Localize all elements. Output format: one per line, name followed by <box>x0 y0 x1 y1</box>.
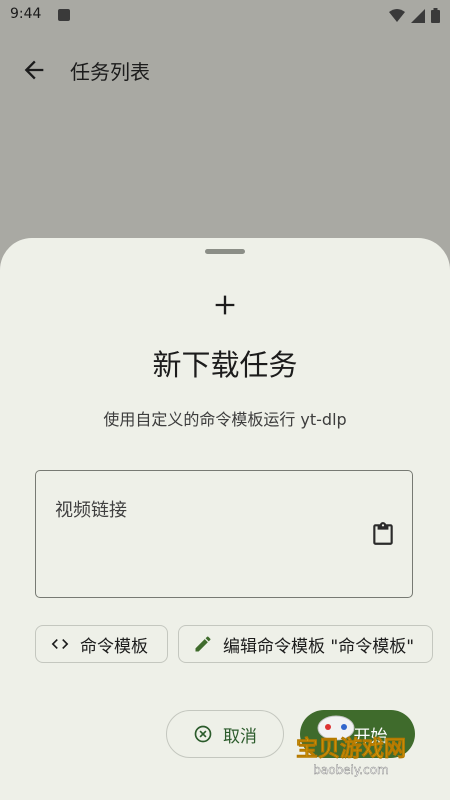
start-download-button[interactable]: 开始 <box>300 710 415 758</box>
status-time: 9:44 <box>10 6 42 22</box>
notification-a-icon <box>58 9 70 21</box>
wifi-icon <box>389 8 405 22</box>
code-icon <box>51 639 69 649</box>
back-arrow-icon[interactable] <box>20 56 48 84</box>
command-template-chip[interactable]: 命令模板 <box>35 625 168 663</box>
edit-command-template-chip-label: 编辑命令模板 "命令模板" <box>223 636 415 657</box>
paste-clipboard-icon[interactable] <box>370 521 396 547</box>
top-app-bar: 任务列表 <box>0 40 450 104</box>
page-title: 任务列表 <box>70 60 150 84</box>
sheet-subtitle: 使用自定义的命令模板运行 yt-dlp <box>103 410 347 429</box>
cancel-button-label: 取消 <box>223 726 257 747</box>
new-download-bottom-sheet: 新下载任务 使用自定义的命令模板运行 yt-dlp 视频链接 命令模板 编辑命令… <box>0 238 450 800</box>
cancel-button[interactable]: 取消 <box>166 710 284 758</box>
status-icons <box>389 8 440 23</box>
sheet-title: 新下载任务 <box>152 348 298 382</box>
edit-pencil-icon <box>195 636 211 652</box>
start-button-label: 开始 <box>353 726 388 747</box>
battery-icon <box>431 8 440 23</box>
video-url-input[interactable]: 视频链接 <box>35 470 413 598</box>
download-icon <box>331 727 342 740</box>
edit-command-template-chip[interactable]: 编辑命令模板 "命令模板" <box>178 625 433 663</box>
template-chip-row: 命令模板 编辑命令模板 "命令模板" <box>35 625 450 665</box>
command-template-chip-label: 命令模板 <box>80 636 148 657</box>
cancel-circle-x-icon <box>194 725 212 743</box>
video-url-label: 视频链接 <box>55 500 127 521</box>
cellular-signal-icon <box>411 8 425 23</box>
plus-icon <box>215 295 235 315</box>
drag-handle[interactable] <box>205 249 245 254</box>
status-bar: 9:44 <box>0 0 450 32</box>
